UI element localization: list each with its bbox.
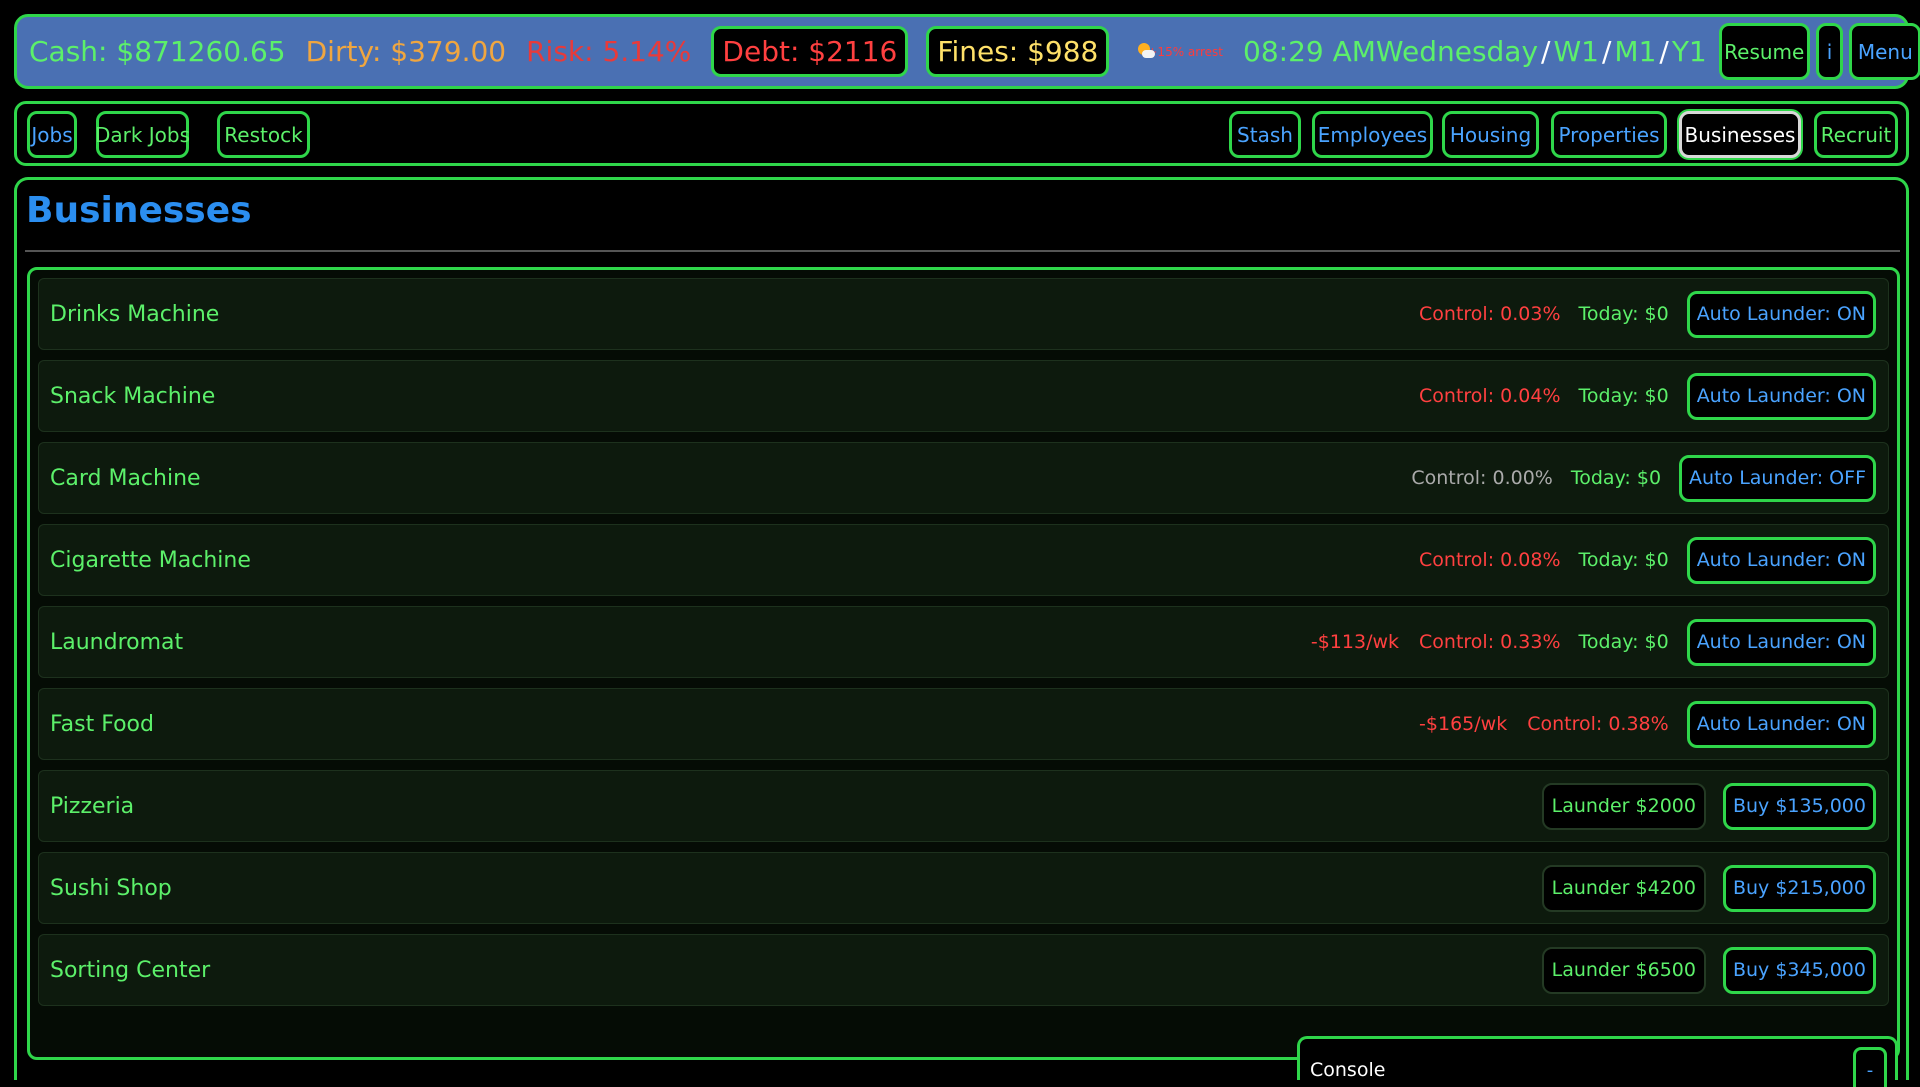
- auto-launder-toggle[interactable]: Auto Launder: ON: [1686, 536, 1876, 584]
- cash-readout: Cash: $871260.65: [29, 35, 286, 68]
- status-bar: Cash: $871260.65 Dirty: $379.00 Risk: 5.…: [14, 14, 1920, 89]
- auto-launder-toggle[interactable]: Auto Launder: OFF: [1679, 454, 1876, 502]
- today-earnings: Today: $0: [1578, 385, 1669, 407]
- business-row-sorting-center: Sorting Center Launder $6500 Buy $345,00…: [38, 934, 1889, 1006]
- launder-button[interactable]: Launder $2000: [1541, 782, 1706, 830]
- tab-recruit[interactable]: Recruit: [1814, 111, 1898, 158]
- control-readout: Control: 0.03%: [1419, 303, 1561, 325]
- tab-housing[interactable]: Housing: [1442, 111, 1539, 158]
- date-day: Wednesday: [1375, 35, 1539, 68]
- game-date: Wednesday / W1/M1/Y1: [1376, 35, 1707, 68]
- business-row-card-machine: Card Machine Control: 0.00% Today: $0 Au…: [38, 442, 1889, 514]
- console-title: Console: [1310, 1059, 1386, 1081]
- info-button[interactable]: i: [1815, 23, 1844, 80]
- business-row-fast-food: Fast Food -$165/wk Control: 0.38% Auto L…: [38, 688, 1889, 760]
- today-earnings: Today: $0: [1578, 631, 1669, 653]
- control-readout: Control: 0.00%: [1411, 467, 1553, 489]
- control-readout: Control: 0.33%: [1419, 631, 1561, 653]
- business-name: Fast Food: [50, 711, 154, 737]
- tab-properties[interactable]: Properties: [1551, 111, 1667, 158]
- weekly-upkeep: -$113/wk: [1310, 631, 1400, 653]
- weather-effect-note: +15% arrest: [1147, 44, 1224, 59]
- console-collapse-button[interactable]: -: [1853, 1047, 1887, 1087]
- tab-jobs[interactable]: Jobs: [27, 111, 77, 158]
- business-row-pizzeria: Pizzeria Launder $2000 Buy $135,000: [38, 770, 1889, 842]
- today-earnings: Today: $0: [1570, 467, 1662, 489]
- date-year: Y1: [1671, 35, 1707, 68]
- business-row-drinks-machine: Drinks Machine Control: 0.03% Today: $0 …: [38, 278, 1889, 350]
- nav-bar: Jobs Dark Jobs Restock Stash Employees H…: [14, 101, 1909, 166]
- tab-businesses[interactable]: Businesses: [1679, 111, 1801, 158]
- business-name: Cigarette Machine: [50, 547, 251, 573]
- game-clock: 08:29 AM: [1243, 35, 1376, 68]
- tab-restock[interactable]: Restock: [217, 111, 310, 158]
- auto-launder-toggle[interactable]: Auto Launder: ON: [1686, 700, 1876, 748]
- tab-dark-jobs[interactable]: Dark Jobs: [95, 111, 190, 158]
- buy-button[interactable]: Buy $135,000: [1722, 782, 1876, 830]
- title-divider: [25, 250, 1900, 252]
- business-row-laundromat: Laundromat -$113/wk Control: 0.33% Today…: [38, 606, 1889, 678]
- risk-readout: Risk: 5.14%: [526, 35, 692, 68]
- today-earnings: Today: $0: [1578, 549, 1669, 571]
- date-separator: /: [1541, 35, 1551, 68]
- control-readout: Control: 0.08%: [1419, 549, 1561, 571]
- business-row-sushi-shop: Sushi Shop Launder $4200 Buy $215,000: [38, 852, 1889, 924]
- business-name: Snack Machine: [50, 383, 216, 409]
- businesses-panel: Businesses Drinks Machine Control: 0.03%…: [14, 177, 1909, 1080]
- tab-stash[interactable]: Stash: [1229, 111, 1301, 158]
- console-panel: Console -: [1297, 1036, 1898, 1087]
- dirty-money-readout: Dirty: $379.00: [305, 35, 507, 68]
- weekly-upkeep: -$165/wk: [1419, 713, 1508, 735]
- today-earnings: Today: $0: [1578, 303, 1669, 325]
- business-name: Drinks Machine: [50, 301, 220, 327]
- business-list: Drinks Machine Control: 0.03% Today: $0 …: [27, 267, 1900, 1060]
- date-month: M1: [1614, 35, 1657, 68]
- launder-button[interactable]: Launder $4200: [1541, 864, 1706, 912]
- menu-button[interactable]: Menu: [1849, 23, 1920, 80]
- page-title: Businesses: [26, 190, 252, 231]
- buy-button[interactable]: Buy $215,000: [1722, 864, 1876, 912]
- business-name: Card Machine: [50, 465, 201, 491]
- auto-launder-toggle[interactable]: Auto Launder: ON: [1686, 372, 1876, 420]
- date-separator: /: [1601, 35, 1612, 68]
- auto-launder-toggle[interactable]: Auto Launder: ON: [1686, 618, 1876, 666]
- fines-badge: Fines: $988: [926, 26, 1110, 77]
- business-name: Laundromat: [50, 629, 184, 655]
- resume-button[interactable]: Resume: [1718, 23, 1810, 80]
- control-readout: Control: 0.38%: [1527, 713, 1669, 735]
- business-name: Sushi Shop: [50, 875, 172, 901]
- launder-button[interactable]: Launder $6500: [1541, 946, 1706, 994]
- debt-badge: Debt: $2116: [711, 26, 909, 77]
- business-row-snack-machine: Snack Machine Control: 0.04% Today: $0 A…: [38, 360, 1889, 432]
- buy-button[interactable]: Buy $345,000: [1722, 946, 1876, 994]
- control-readout: Control: 0.04%: [1419, 385, 1561, 407]
- business-name: Pizzeria: [50, 793, 135, 819]
- tab-employees[interactable]: Employees: [1312, 111, 1433, 158]
- business-row-cigarette-machine: Cigarette Machine Control: 0.08% Today: …: [38, 524, 1889, 596]
- date-separator: /: [1659, 35, 1669, 68]
- date-week: W1: [1553, 35, 1599, 68]
- business-name: Sorting Center: [50, 957, 211, 983]
- auto-launder-toggle[interactable]: Auto Launder: ON: [1686, 290, 1876, 338]
